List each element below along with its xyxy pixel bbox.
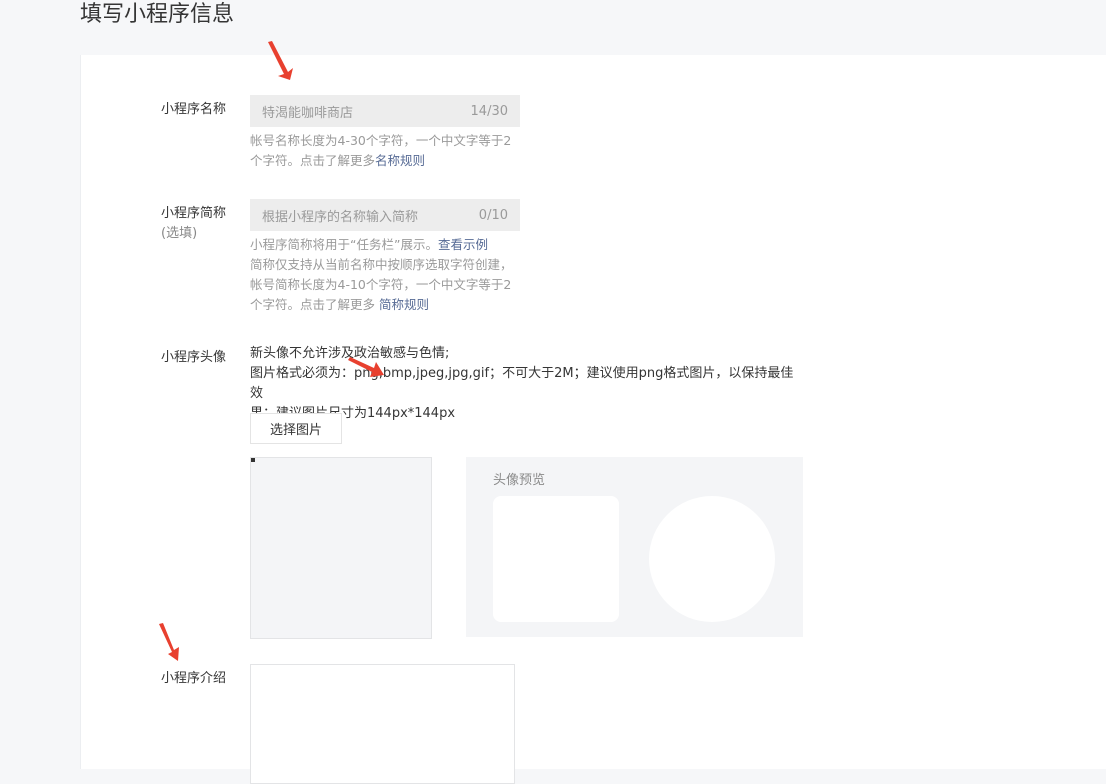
- name-input[interactable]: 特渴能咖啡商店 14/30: [250, 95, 520, 127]
- form-panel: 小程序名称 特渴能咖啡商店 14/30 帐号名称长度为4-30个字符，一个中文字…: [80, 55, 1106, 784]
- view-example-link[interactable]: 查看示例: [438, 237, 488, 252]
- name-counter: 14/30: [470, 103, 508, 119]
- short-name-counter: 0/10: [478, 207, 508, 223]
- short-name-rules-link[interactable]: 简称规则: [379, 297, 429, 312]
- annotation-arrow-icon: [348, 357, 384, 377]
- avatar-preview-circle: [649, 496, 775, 622]
- short-name-help-line2: 简称仅支持从当前名称中按顺序选取字符创建，: [250, 257, 513, 272]
- annotation-arrow-icon: [268, 41, 293, 80]
- avatar-desc-line1: 新头像不允许涉及政治敏感与色情;: [250, 346, 450, 361]
- avatar-preview-title: 头像预览: [493, 473, 546, 488]
- annotation-arrow-icon: [159, 623, 179, 661]
- avatar-preview-square: [493, 496, 619, 622]
- intro-textarea[interactable]: [250, 664, 515, 784]
- avatar-preview: 头像预览: [466, 457, 803, 637]
- short-name-placeholder: 根据小程序的名称输入简称: [262, 209, 419, 225]
- short-name-help: 小程序简称将用于“任务栏”展示。查看示例 简称仅支持从当前名称中按顺序选取字符创…: [250, 235, 520, 315]
- name-input-value: 特渴能咖啡商店: [262, 105, 354, 121]
- avatar-desc-line2: 图片格式必须为：png,bmp,jpeg,jpg,gif；不可大于2M；建议使用…: [250, 366, 794, 401]
- avatar-description: 新头像不允许涉及政治敏感与色情; 图片格式必须为：png,bmp,jpeg,jp…: [250, 344, 800, 424]
- crop-handle[interactable]: [251, 458, 255, 462]
- short-name-label-text: 小程序简称: [161, 206, 227, 221]
- avatar-crop-area[interactable]: [250, 457, 432, 639]
- short-name-help-line3: 帐号简称长度为4-10个字符，一个中文字等于2: [250, 277, 512, 292]
- page-title: 填写小程序信息: [80, 2, 235, 27]
- short-name-input[interactable]: 根据小程序的名称输入简称 0/10: [250, 199, 520, 231]
- short-name-help-line1: 小程序简称将用于“任务栏”展示。: [250, 237, 438, 252]
- name-help-line2: 个字符。点击了解更多: [250, 153, 376, 168]
- name-help: 帐号名称长度为4-30个字符，一个中文字等于2 个字符。点击了解更多名称规则: [250, 131, 520, 171]
- select-image-button[interactable]: 选择图片: [250, 413, 342, 444]
- name-help-line1: 帐号名称长度为4-30个字符，一个中文字等于2: [250, 133, 512, 148]
- short-name-help-line4: 个字符。点击了解更多: [250, 297, 379, 312]
- name-rules-link[interactable]: 名称规则: [375, 153, 425, 168]
